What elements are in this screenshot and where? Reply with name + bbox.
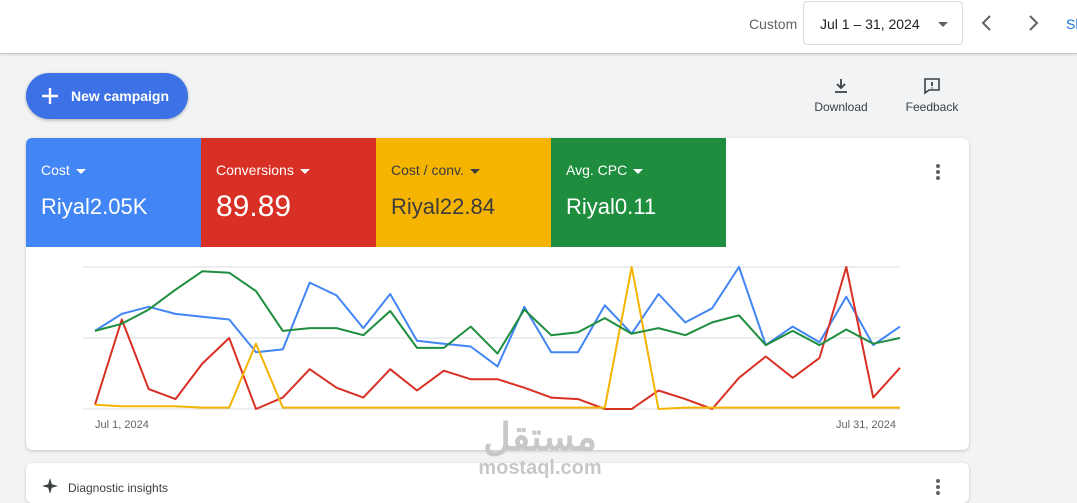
series-line-avg-cpc: [94, 270, 901, 355]
metric-label: Avg. CPC: [566, 162, 644, 178]
metric-tile-avg-cpc[interactable]: Avg. CPC Riyal0.11: [551, 138, 726, 247]
previous-period-button[interactable]: [975, 11, 999, 35]
plus-icon: [42, 88, 58, 104]
watermark-latin: mostaql.com: [478, 457, 602, 479]
date-range-value: Jul 1 – 31, 2024: [820, 16, 920, 32]
metric-tile-cost-per-conv[interactable]: Cost / conv. Riyal22.84: [376, 138, 551, 247]
card-menu-button[interactable]: [926, 160, 950, 184]
top-bar: Custom Jul 1 – 31, 2024 Sh: [0, 0, 1077, 54]
date-range-select[interactable]: Jul 1 – 31, 2024: [803, 1, 963, 45]
caret-down-icon: [633, 168, 644, 174]
show-link[interactable]: Sh: [1066, 16, 1077, 32]
metric-value: Riyal2.05K: [41, 194, 148, 219]
watermark-arabic: مستقل: [483, 417, 597, 459]
more-vert-icon: [936, 164, 940, 180]
performance-card: Cost Riyal2.05K Conversions 89.89 Cost /…: [26, 138, 969, 450]
metric-tile-conversions[interactable]: Conversions 89.89: [201, 138, 376, 247]
download-label: Download: [814, 100, 868, 114]
metric-value: Riyal0.11: [566, 194, 657, 219]
caret-down-icon: [299, 168, 310, 174]
more-vert-icon[interactable]: [926, 475, 950, 499]
new-campaign-label: New campaign: [71, 88, 170, 104]
x-axis-start-label: Jul 1, 2024: [95, 419, 149, 431]
feedback-label: Feedback: [905, 100, 959, 114]
caret-down-icon: [75, 168, 86, 174]
metric-value: Riyal22.84: [391, 194, 495, 219]
chevron-right-icon: [1029, 15, 1039, 31]
next-period-button[interactable]: [1021, 11, 1045, 35]
metric-value: 89.89: [216, 190, 292, 223]
new-campaign-button[interactable]: New campaign: [26, 73, 188, 119]
download-icon: [835, 79, 847, 93]
feedback-icon: [924, 78, 940, 95]
metric-label: Cost / conv.: [391, 162, 480, 178]
metric-label: Conversions: [216, 162, 310, 178]
watermark: مستقل mostaql.com: [470, 418, 610, 482]
sparkle-icon: [42, 478, 58, 494]
date-mode-label: Custom: [749, 16, 798, 32]
metric-label: Cost: [41, 162, 86, 178]
performance-line-chart: [83, 266, 901, 410]
chevron-left-icon: [981, 15, 991, 31]
caret-down-icon: [469, 168, 480, 174]
feedback-button[interactable]: Feedback: [902, 76, 962, 114]
x-axis-end-label: Jul 31, 2024: [836, 419, 896, 431]
metric-tile-cost[interactable]: Cost Riyal2.05K: [26, 138, 201, 247]
diagnostic-insights-title: Diagnostic insights: [68, 481, 169, 495]
download-button[interactable]: Download: [812, 76, 870, 114]
dropdown-caret-icon: [938, 22, 948, 27]
